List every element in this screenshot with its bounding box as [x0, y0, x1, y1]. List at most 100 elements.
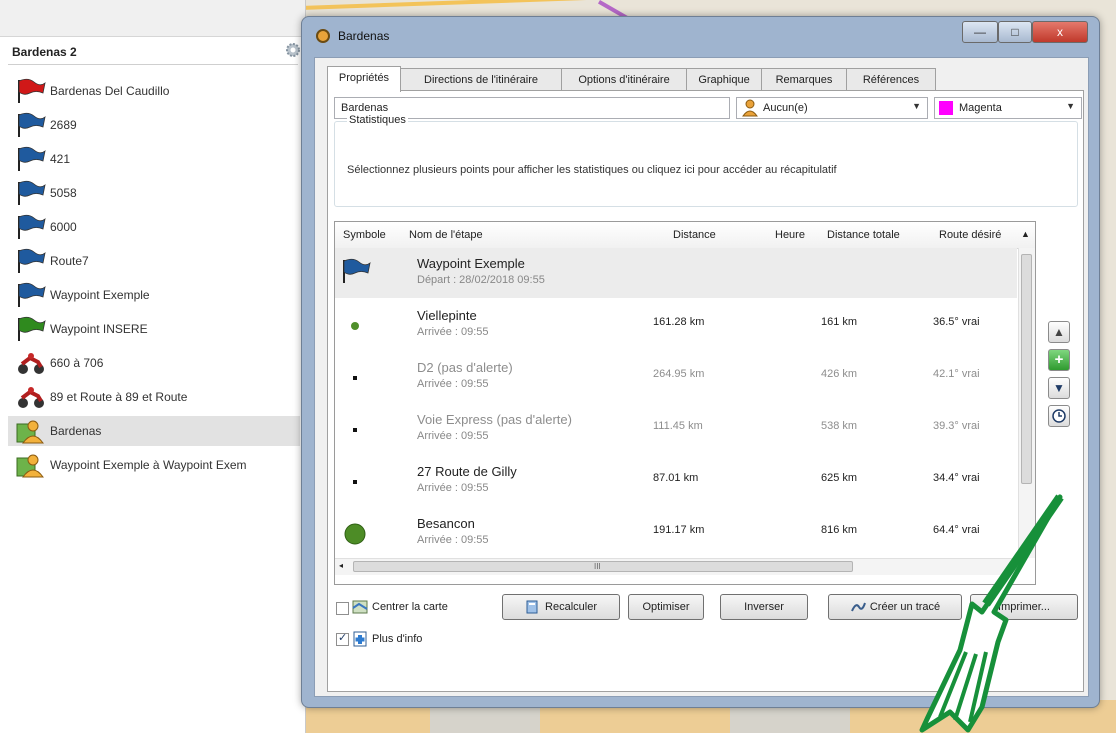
collection-item[interactable]: Bardenas: [8, 416, 300, 446]
color-value: Magenta: [959, 102, 1002, 114]
collection-item-label: Waypoint Exemple à Waypoint Exem: [50, 458, 247, 472]
small-green-dot-icon: [341, 310, 371, 340]
collection-item[interactable]: Waypoint INSERE: [14, 314, 304, 344]
sort-up-icon: ▲: [1021, 229, 1030, 239]
statistics-group[interactable]: Statistiques Sélectionnez plusieurs poin…: [334, 114, 1078, 207]
blue-flag-icon: [16, 180, 46, 206]
color-dropdown[interactable]: Magenta ▼: [934, 97, 1082, 119]
move-up-button[interactable]: ▲: [1048, 321, 1070, 343]
black-dot-icon: [341, 414, 371, 444]
waypoint-arrival: Arrivée : 09:55: [417, 482, 489, 494]
blue-flag-icon: [16, 112, 46, 138]
black-dot-icon: [341, 466, 371, 496]
dialog-title: Bardenas: [338, 29, 390, 43]
tab-route-directions[interactable]: Directions de l'itinéraire: [400, 68, 562, 91]
collection-item[interactable]: Waypoint Exemple: [14, 280, 304, 310]
collection-item[interactable]: 5058: [14, 178, 304, 208]
column-total-distance[interactable]: Distance totale: [827, 229, 900, 241]
statistics-title: Statistiques: [347, 114, 408, 126]
waypoint-arrival: Arrivée : 09:55: [417, 430, 489, 442]
blue-flag-icon: [16, 248, 46, 274]
waypoint-name: Besancon: [417, 516, 475, 531]
waypoint-total-distance: 426 km: [821, 368, 858, 380]
table-row[interactable]: Voie Express (pas d'alerte) Arrivée : 09:…: [335, 404, 1017, 454]
horizontal-scroll-thumb[interactable]: III: [353, 561, 853, 572]
waypoint-arrival: Arrivée : 09:55: [417, 326, 489, 338]
map-icon: [352, 600, 368, 614]
scroll-left-icon[interactable]: ◂: [339, 561, 343, 570]
large-green-dot-icon: [341, 518, 371, 548]
collection-item[interactable]: Bardenas Del Caudillo: [14, 76, 304, 106]
blue-flag-icon: [16, 282, 46, 308]
more-info-label[interactable]: Plus d'info: [372, 633, 422, 645]
waypoint-arrival: Arrivée : 09:55: [417, 378, 489, 390]
waypoint-total-distance: 625 km: [821, 472, 858, 484]
close-button[interactable]: x: [1032, 21, 1088, 43]
collection-item[interactable]: 6000: [14, 212, 304, 242]
waypoint-total-distance: 538 km: [821, 420, 858, 432]
tab-references[interactable]: Références: [846, 68, 936, 91]
collection-item[interactable]: 421: [14, 144, 304, 174]
tab-graph[interactable]: Graphique: [686, 68, 762, 91]
map-road: [300, 0, 800, 10]
collection-item-label: Bardenas: [50, 424, 102, 438]
gear-icon[interactable]: [284, 41, 302, 59]
column-desired-course[interactable]: Route désiré: [939, 229, 1009, 241]
table-row[interactable]: Viellepinte Arrivée : 09:55 161.28 km 161 k…: [335, 300, 1017, 350]
green-flag-icon: [16, 316, 46, 342]
vertical-scroll-thumb[interactable]: [1021, 254, 1032, 484]
waypoint-course: 39.3° vrai: [933, 420, 980, 432]
person-route-icon: [16, 452, 46, 478]
dialog-titlebar[interactable]: Bardenas — □ x: [302, 17, 1099, 55]
optimize-button[interactable]: Optimiser: [628, 594, 704, 620]
move-down-button[interactable]: ▼: [1048, 377, 1070, 399]
maximize-button[interactable]: □: [998, 21, 1032, 43]
time-button[interactable]: [1048, 405, 1070, 427]
column-symbol[interactable]: Symbole: [343, 229, 386, 241]
column-distance[interactable]: Distance: [673, 229, 716, 241]
column-time[interactable]: Heure: [775, 229, 805, 241]
table-row[interactable]: Waypoint Exemple Départ : 28/02/2018 09:5…: [335, 248, 1017, 298]
center-map-checkbox[interactable]: [336, 602, 349, 615]
chevron-down-icon: ▼: [912, 101, 921, 111]
blue-flag-icon: [16, 214, 46, 240]
collection-item-label: Bardenas Del Caudillo: [50, 84, 170, 98]
insert-waypoint-button[interactable]: +: [1048, 349, 1070, 371]
column-name[interactable]: Nom de l'étape: [409, 229, 483, 241]
recalculate-button[interactable]: Recalculer: [502, 594, 620, 620]
waypoint-distance: 111.45 km: [653, 420, 703, 432]
profile-value: Aucun(e): [763, 102, 808, 114]
collection-item[interactable]: 2689: [14, 110, 304, 140]
red-flag-icon: [16, 78, 46, 104]
chevron-down-icon: ▼: [1066, 101, 1075, 111]
waypoint-name: Voie Express (pas d'alerte): [417, 412, 572, 427]
tab-properties[interactable]: Propriétés: [327, 66, 401, 92]
collection-item-label: Route7: [50, 254, 89, 268]
collection-item[interactable]: 89 et Route à 89 et Route: [14, 382, 304, 412]
collection-item[interactable]: Route7: [14, 246, 304, 276]
waypoint-arrival: Départ : 28/02/2018 09:55: [417, 274, 545, 286]
track-icon: [850, 602, 866, 612]
calculator-icon: [526, 600, 538, 614]
collection-item[interactable]: Waypoint Exemple à Waypoint Exem: [14, 450, 304, 480]
profile-dropdown[interactable]: Aucun(e) ▼: [736, 97, 928, 119]
blue-flag-icon: [341, 258, 371, 288]
more-info-checkbox[interactable]: ✓: [336, 632, 349, 646]
tab-notes[interactable]: Remarques: [761, 68, 847, 91]
tab-route-options[interactable]: Options d'itinéraire: [561, 68, 687, 91]
waypoint-name: D2 (pas d'alerte): [417, 360, 513, 375]
minimize-button[interactable]: —: [962, 21, 998, 43]
waypoint-distance: 191.17 km: [653, 524, 705, 536]
center-map-label[interactable]: Centrer la carte: [372, 601, 448, 613]
waypoint-distance: 264.95 km: [653, 368, 705, 380]
waypoint-course: 42.1° vrai: [933, 368, 980, 380]
collection-item-label: Waypoint INSERE: [50, 322, 148, 336]
collection-title: Bardenas 2: [12, 45, 77, 59]
statistics-text[interactable]: Sélectionnez plusieurs points pour affic…: [347, 164, 837, 176]
collection-item[interactable]: 660 à 706: [14, 348, 304, 378]
motorbike-route-icon: [16, 384, 46, 410]
table-row[interactable]: D2 (pas d'alerte) Arrivée : 09:55 264.95 k…: [335, 352, 1017, 402]
color-swatch: [939, 101, 953, 115]
reverse-button[interactable]: Inverser: [720, 594, 808, 620]
blue-flag-icon: [16, 146, 46, 172]
